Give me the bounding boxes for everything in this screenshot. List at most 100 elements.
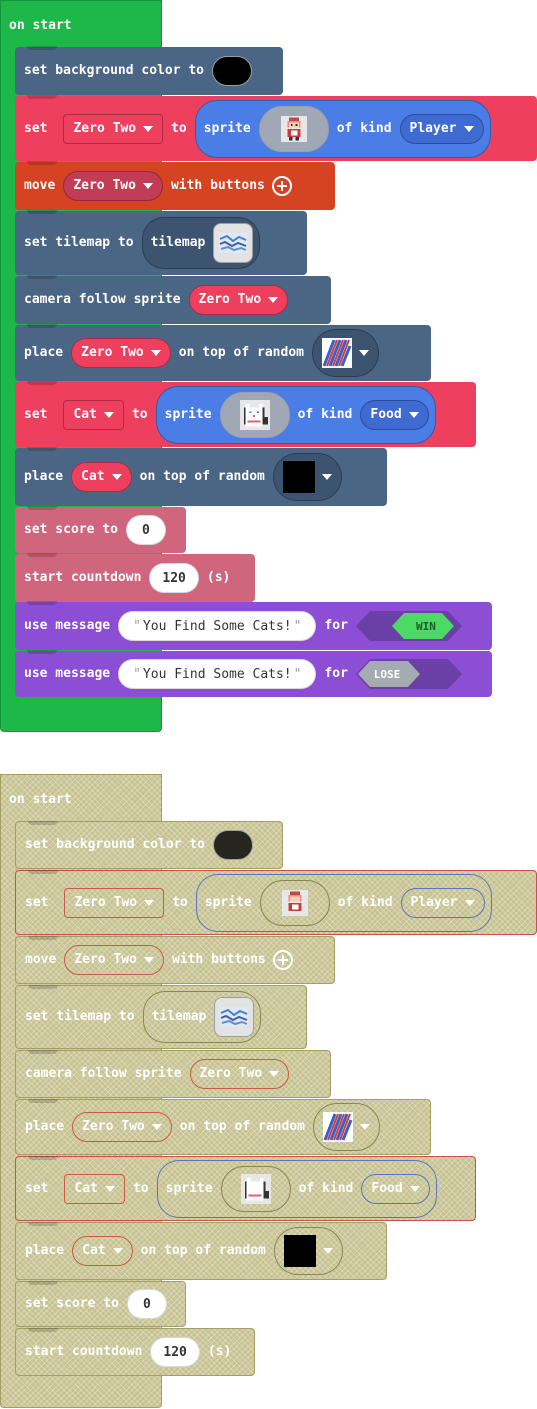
block-label: with buttons xyxy=(171,952,266,967)
block-label: use message xyxy=(24,666,111,681)
cat-variable-dropdown[interactable]: Cat xyxy=(72,1236,133,1266)
zero-two-variable-dropdown[interactable]: Zero Two xyxy=(64,945,164,975)
dropdown-label: Zero Two xyxy=(73,120,137,136)
set-score-block[interactable]: set score to 0 xyxy=(15,1281,186,1327)
zero-two-variable-dropdown[interactable]: Zero Two xyxy=(63,113,164,144)
block-label: set background color to xyxy=(24,63,205,78)
plus-icon[interactable] xyxy=(271,176,292,196)
set-background-color-block[interactable]: set background color to xyxy=(15,46,283,95)
set-cat-sprite-block[interactable]: set Cat to sprite of kind Food xyxy=(15,381,476,447)
dropdown-label: Player xyxy=(410,894,458,910)
set-tilemap-block[interactable]: set tilemap to tilemap xyxy=(15,210,307,275)
chevron-down-icon xyxy=(111,474,122,480)
place-cat-block[interactable]: place Cat on top of random xyxy=(15,447,387,506)
cat-sprite-icon[interactable] xyxy=(220,1165,291,1212)
zero-two-variable-dropdown[interactable]: Zero Two xyxy=(189,1059,290,1089)
kind-player-dropdown[interactable]: Player xyxy=(400,887,485,918)
start-countdown-block[interactable]: start countdown 120 (s) xyxy=(15,1328,255,1376)
plus-icon[interactable] xyxy=(272,950,293,970)
place-zero-two-block[interactable]: place Zero Two on top of random xyxy=(15,324,431,381)
tilemap-thumbnail-icon[interactable] xyxy=(214,997,255,1037)
chevron-down-icon xyxy=(464,899,475,906)
set-tilemap-block[interactable]: set tilemap to tilemap xyxy=(15,985,307,1049)
set-zero-two-sprite-block[interactable]: set Zero Two to sprite of kind Player xyxy=(15,95,537,161)
zero-two-variable-dropdown[interactable]: Zero Two xyxy=(63,171,163,201)
set-zero-two-sprite-block[interactable]: set Zero Two to sprite of kind Player xyxy=(15,870,537,935)
cat-variable-dropdown[interactable]: Cat xyxy=(71,462,132,492)
camera-follow-sprite-block[interactable]: camera follow sprite Zero Two xyxy=(15,1050,331,1098)
place-zero-two-block[interactable]: place Zero Two on top of random xyxy=(15,1099,431,1155)
block-label: to xyxy=(131,406,148,422)
block-label: for xyxy=(324,666,348,681)
reporter-label: tilemap xyxy=(151,1009,207,1024)
set-cat-sprite-block[interactable]: set Cat to sprite of kind Food xyxy=(15,1156,476,1221)
kind-food-dropdown[interactable]: Food xyxy=(360,399,429,430)
camera-follow-sprite-block[interactable]: camera follow sprite Zero Two xyxy=(15,275,331,324)
tilemap-reporter[interactable]: tilemap xyxy=(142,991,262,1043)
sprite-reporter[interactable]: sprite of kind Player xyxy=(194,99,491,158)
reporter-label: of kind xyxy=(336,120,392,136)
kind-player-dropdown[interactable]: Player xyxy=(399,113,484,144)
message-text-input[interactable]: " You Find Some Cats! " xyxy=(118,659,317,689)
chevron-down-icon xyxy=(269,1071,280,1077)
score-value-input[interactable]: 0 xyxy=(126,1289,167,1319)
tilemap-thumbnail-icon[interactable] xyxy=(213,223,254,263)
sprite-reporter[interactable]: sprite of kind Food xyxy=(156,1159,437,1218)
lose-outcome-dropdown[interactable]: LOSE xyxy=(355,659,462,689)
tile-picker-dropdown[interactable] xyxy=(312,329,379,377)
reporter-label: of kind xyxy=(297,406,353,422)
use-message-win-block[interactable]: use message " You Find Some Cats! " for WI… xyxy=(15,601,492,650)
dropdown-label: Zero Two xyxy=(74,952,137,967)
cat-variable-dropdown[interactable]: Cat xyxy=(64,1173,125,1204)
message-text: You Find Some Cats! xyxy=(142,666,292,682)
black-tile-icon xyxy=(282,461,315,493)
chevron-down-icon xyxy=(463,125,474,132)
countdown-value-input[interactable]: 120 xyxy=(149,563,199,593)
dropdown-label: Food xyxy=(371,1180,403,1196)
unit-label: (s) xyxy=(207,1344,232,1359)
unit-label: (s) xyxy=(206,570,231,585)
block-label: camera follow sprite xyxy=(25,1066,182,1081)
zero-two-sprite-icon[interactable] xyxy=(258,105,329,152)
cat-sprite-icon[interactable] xyxy=(219,391,290,438)
move-with-buttons-block[interactable]: move Zero Two with buttons xyxy=(15,161,335,210)
set-background-color-block[interactable]: set background color to xyxy=(15,821,283,869)
on-start-stack-disabled[interactable]: on start set background color to set Zer… xyxy=(0,774,537,1408)
chevron-down-icon xyxy=(151,1124,162,1130)
block-label: start countdown xyxy=(25,1344,143,1359)
sprite-reporter[interactable]: sprite of kind Food xyxy=(155,385,436,444)
start-countdown-block[interactable]: start countdown 120 (s) xyxy=(15,553,255,602)
reporter-label: sprite xyxy=(204,894,252,910)
background-color-swatch[interactable] xyxy=(213,830,254,860)
block-label: set score to xyxy=(25,1296,119,1311)
zero-two-variable-dropdown[interactable]: Zero Two xyxy=(188,285,289,315)
use-message-lose-block[interactable]: use message " You Find Some Cats! " for LO… xyxy=(15,650,492,697)
score-value-input[interactable]: 0 xyxy=(125,515,166,545)
place-cat-block[interactable]: place Cat on top of random xyxy=(15,1222,387,1280)
block-label: to xyxy=(172,894,188,910)
tile-picker-dropdown[interactable] xyxy=(313,1103,380,1151)
win-outcome-dropdown[interactable]: WIN xyxy=(355,611,462,641)
message-text-input[interactable]: " You Find Some Cats! " xyxy=(118,611,317,641)
zero-two-variable-dropdown[interactable]: Zero Two xyxy=(72,1112,172,1142)
block-label: place xyxy=(25,1119,65,1134)
cat-variable-dropdown[interactable]: Cat xyxy=(63,399,124,430)
dropdown-label: Player xyxy=(409,120,457,136)
set-score-block[interactable]: set score to 0 xyxy=(15,506,186,553)
zero-two-sprite-icon[interactable] xyxy=(259,879,330,926)
tilemap-reporter[interactable]: tilemap xyxy=(141,217,261,269)
zero-two-variable-dropdown[interactable]: Zero Two xyxy=(64,887,165,918)
block-label: place xyxy=(24,345,64,360)
kind-food-dropdown[interactable]: Food xyxy=(361,1173,430,1204)
on-start-stack[interactable]: on start set background color to set Zer… xyxy=(0,0,537,732)
chevron-down-icon xyxy=(103,411,114,418)
reporter-label: of kind xyxy=(298,1180,354,1196)
sprite-reporter[interactable]: sprite of kind Player xyxy=(195,873,492,932)
tile-picker-dropdown[interactable] xyxy=(273,1227,343,1275)
countdown-value-input[interactable]: 120 xyxy=(150,1337,200,1367)
move-with-buttons-block[interactable]: move Zero Two with buttons xyxy=(15,936,335,984)
zero-two-variable-dropdown[interactable]: Zero Two xyxy=(71,338,171,368)
background-color-swatch[interactable] xyxy=(212,56,253,86)
tile-picker-dropdown[interactable] xyxy=(272,453,342,501)
block-label: set xyxy=(24,406,48,422)
